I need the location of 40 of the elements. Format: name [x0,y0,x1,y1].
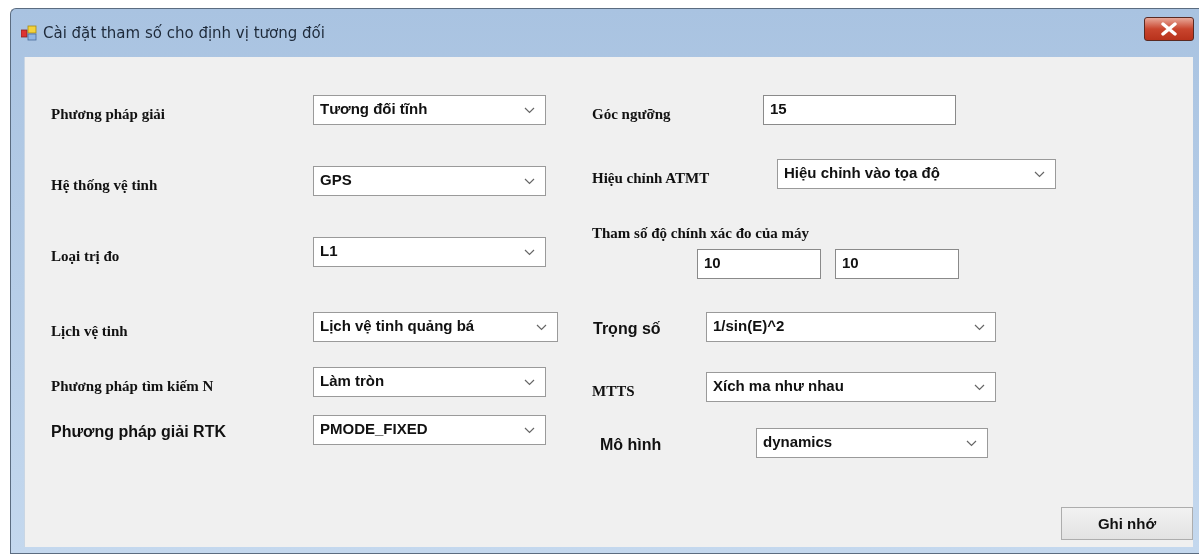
field-label: Góc ngưỡng [592,105,672,123]
field-label: Trọng số [592,320,662,338]
dropdown[interactable]: L1 [313,237,546,267]
dropdown[interactable]: GPS [313,166,546,196]
field-label: Hiệu chỉnh ATMT [592,169,711,187]
dropdown[interactable]: Lịch vệ tinh quảng bá [313,312,558,342]
dropdown[interactable]: dynamics [756,428,988,458]
chevron-down-icon [974,323,985,331]
field-label: Tham số độ chính xác đo của máy [592,225,811,242]
chevron-down-icon [1034,170,1045,178]
input-field[interactable]: 10 [835,249,959,279]
chevron-down-icon [536,323,547,331]
close-button[interactable] [1144,17,1194,41]
dropdown[interactable]: Hiệu chỉnh vào tọa độ [777,159,1056,189]
chevron-down-icon [524,177,535,185]
save-button[interactable]: Ghi nhớ [1061,507,1193,540]
field-label: Lịch vệ tinh [51,322,129,340]
field-label: Hệ thống vệ tinh [51,176,159,194]
chevron-down-icon [524,248,535,256]
field-label: Loại trị đo [51,247,121,265]
field-label: Phương pháp tìm kiếm N [51,377,215,395]
close-icon [1160,22,1178,36]
field-label: MTTS [592,382,636,400]
input-field[interactable]: 15 [763,95,956,125]
chevron-down-icon [524,106,535,114]
field-label: Mô hình [599,436,663,454]
chevron-down-icon [524,378,535,386]
dropdown[interactable]: Xích ma như nhau [706,372,996,402]
app-icon [21,25,37,41]
field-label: Phương pháp giải RTK [51,423,227,441]
dropdown[interactable]: Làm tròn [313,367,546,397]
field-label: Phương pháp giải [51,105,167,123]
chevron-down-icon [524,426,535,434]
dropdown[interactable]: Tương đối tĩnh [313,95,546,125]
input-field[interactable]: 10 [697,249,821,279]
chevron-down-icon [966,439,977,447]
window-title: Cài đặt tham số cho định vị tương đối [43,24,326,42]
dropdown[interactable]: 1/sin(E)^2 [706,312,996,342]
chevron-down-icon [974,383,985,391]
dropdown[interactable]: PMODE_FIXED [313,415,546,445]
